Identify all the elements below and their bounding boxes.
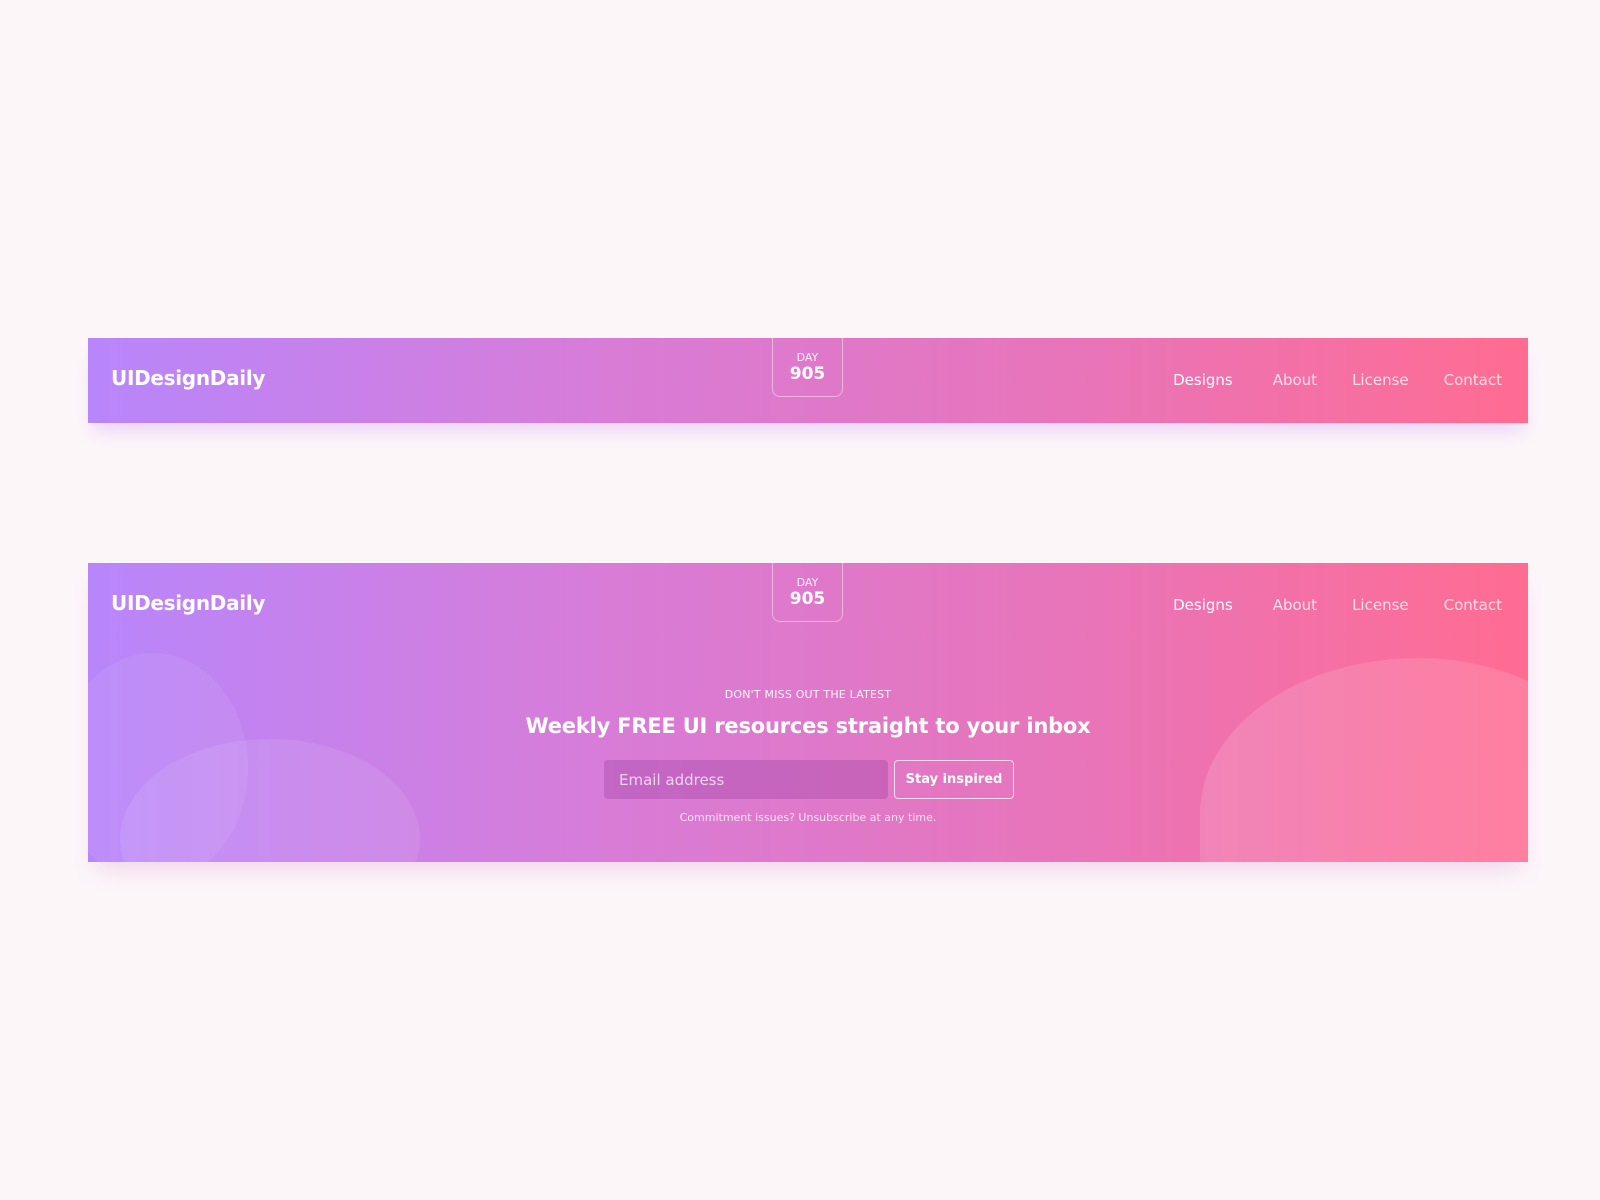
- main-nav: Designs About License Contact: [1173, 595, 1502, 615]
- day-label: DAY: [796, 351, 819, 364]
- newsletter-eyebrow: DON'T MISS OUT THE LATEST: [724, 688, 892, 701]
- nav-designs[interactable]: Designs: [1173, 370, 1233, 390]
- day-counter-badge: DAY 905: [772, 563, 843, 622]
- nav-license[interactable]: License: [1352, 595, 1409, 615]
- newsletter-headline: Weekly FREE UI resources straight to you…: [525, 714, 1091, 738]
- day-number: 905: [789, 589, 826, 609]
- nav-contact[interactable]: Contact: [1444, 370, 1502, 390]
- header-compact: UIDesignDaily DAY 905 Designs About Lice…: [88, 338, 1528, 423]
- unsubscribe-note: Commitment issues? Unsubscribe at any ti…: [679, 811, 937, 824]
- decorative-blob: [88, 653, 248, 862]
- newsletter-form: Stay inspired: [604, 760, 1014, 799]
- decorative-blob: [120, 739, 420, 862]
- nav-contact[interactable]: Contact: [1444, 595, 1502, 615]
- day-counter-badge: DAY 905: [772, 338, 843, 397]
- logo[interactable]: UIDesignDaily: [111, 591, 265, 615]
- stay-inspired-button[interactable]: Stay inspired: [894, 760, 1014, 799]
- logo[interactable]: UIDesignDaily: [111, 366, 265, 390]
- header-newsletter: UIDesignDaily DAY 905 Designs About Lice…: [88, 563, 1528, 862]
- email-input[interactable]: [604, 760, 888, 799]
- nav-about[interactable]: About: [1273, 370, 1317, 390]
- nav-license[interactable]: License: [1352, 370, 1409, 390]
- day-label: DAY: [796, 576, 819, 589]
- main-nav: Designs About License Contact: [1173, 370, 1502, 390]
- nav-about[interactable]: About: [1273, 595, 1317, 615]
- nav-designs[interactable]: Designs: [1173, 595, 1233, 615]
- newsletter-hero: DON'T MISS OUT THE LATEST Weekly FREE UI…: [88, 688, 1528, 740]
- day-number: 905: [789, 364, 826, 384]
